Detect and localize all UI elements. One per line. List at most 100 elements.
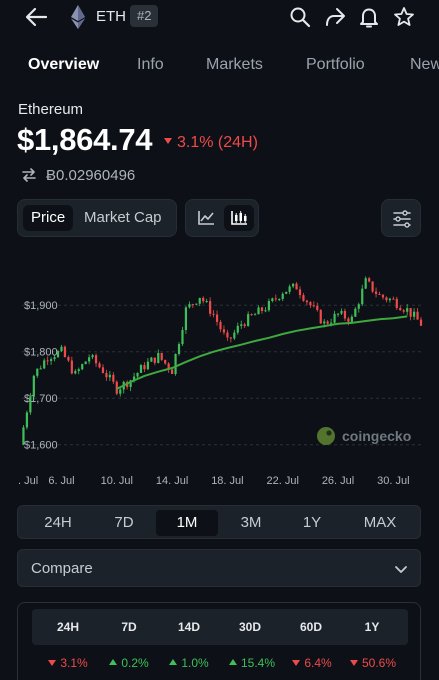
candle-body [119,389,122,394]
perf-header-24h: 24H [56,620,79,634]
candle-body [378,293,381,295]
watermark-text: coingecko [342,428,411,444]
compare-dropdown[interactable]: Compare [17,549,421,587]
btc-price: Ƀ0.02960496 [46,167,136,184]
toggle-price[interactable]: Price [23,205,74,231]
coingecko-watermark: coingecko [317,427,411,445]
range-7d[interactable]: 7D [98,510,150,536]
candle-body [98,363,101,368]
candle-body [191,304,194,306]
candle-body [198,297,201,304]
candle-body [209,301,212,314]
price-chart[interactable]: $1,600 $1,700 $1,800 $1,900 . Jul 6. Jul 10. … [0,262,439,494]
candle-body [226,332,229,338]
candle-body [316,305,319,310]
line-chart-button[interactable] [191,205,221,231]
candle-body [32,375,35,397]
candle-body [88,357,91,362]
candle-body [402,310,405,312]
candle-body [333,313,336,323]
candle-body [136,372,139,377]
candle-body [229,337,232,339]
candlestick-chart-button[interactable] [224,205,254,231]
x-tick-label: . Jul [18,475,38,487]
tab-markets[interactable]: Markets [206,56,263,74]
range-max[interactable]: MAX [351,510,409,536]
perf-value-30d: 15.4% [222,656,282,670]
x-tick-label: 14. Jul [156,475,188,487]
tab-news[interactable]: News [410,56,439,74]
candle-body [50,359,53,361]
candle-body [350,316,353,322]
perf-value-24h: 3.1% [38,656,98,670]
candle-body [291,283,295,287]
x-tick-label: 30. Jul [377,475,409,487]
range-3m[interactable]: 3M [225,510,277,536]
perf-value-14d: 1.0% [159,656,219,670]
candle-body [278,298,281,300]
bell-icon[interactable] [357,5,381,29]
candle-body [412,311,416,317]
ethereum-logo-icon [71,5,85,29]
candle-body [388,298,391,301]
chevron-down-icon [395,566,407,573]
x-tick-label: 6. Jul [48,475,74,487]
down-triangle-icon [164,138,172,144]
candle-body [288,286,291,292]
candle-body [108,374,111,378]
x-tick-label: 26. Jul [322,475,354,487]
candle-body [374,291,378,294]
star-icon[interactable] [392,5,416,29]
candle-body [392,298,395,300]
candle-body [343,310,347,319]
rank-badge: #2 [130,5,159,27]
candle-body [77,369,80,372]
candle-body [63,346,67,358]
share-icon[interactable] [323,5,347,29]
compare-label: Compare [31,560,93,577]
chart-settings-button[interactable] [381,199,421,237]
swap-arrows-icon[interactable] [22,168,36,182]
candle-body [416,311,419,320]
sliders-icon [393,210,411,228]
back-arrow-icon[interactable] [24,6,48,28]
tab-portfolio[interactable]: Portfolio [306,56,365,74]
candle-body [153,357,156,363]
range-24h[interactable]: 24H [32,510,84,536]
candle-body [243,324,246,327]
candle-body [105,372,108,378]
candle-body [354,308,357,317]
candle-body [274,298,277,300]
candle-body [53,357,56,360]
candle-body [157,352,160,363]
candle-body [319,309,322,324]
candle-body [91,355,94,358]
toggle-market-cap[interactable]: Market Cap [84,205,162,231]
candle-body [285,291,288,294]
candle-body [29,396,32,413]
candle-body [330,322,333,324]
candle-body [150,357,153,362]
perf-value-7d: 0.2% [99,656,159,670]
candle-body [340,310,343,314]
tab-overview[interactable]: Overview [28,56,99,74]
candle-body [36,368,39,376]
y-tick-label: $1,700 [24,393,58,405]
candle-body [267,301,270,311]
candle-body [309,302,312,306]
candle-body [399,307,402,311]
candle-body [67,357,70,361]
candle-body [240,324,243,326]
search-icon[interactable] [288,5,312,29]
perf-header-60d: 60D [299,620,322,634]
performance-header: 24H 7D 14D 30D 60D 1Y [18,603,420,647]
range-1m[interactable]: 1M [156,510,218,536]
candle-body [94,355,98,364]
candle-body [406,308,409,312]
candle-body [171,369,174,375]
candle-body [60,346,63,352]
tab-info[interactable]: Info [137,56,164,74]
range-1y[interactable]: 1Y [286,510,338,536]
candle-body [385,297,388,301]
candle-body [250,314,253,316]
